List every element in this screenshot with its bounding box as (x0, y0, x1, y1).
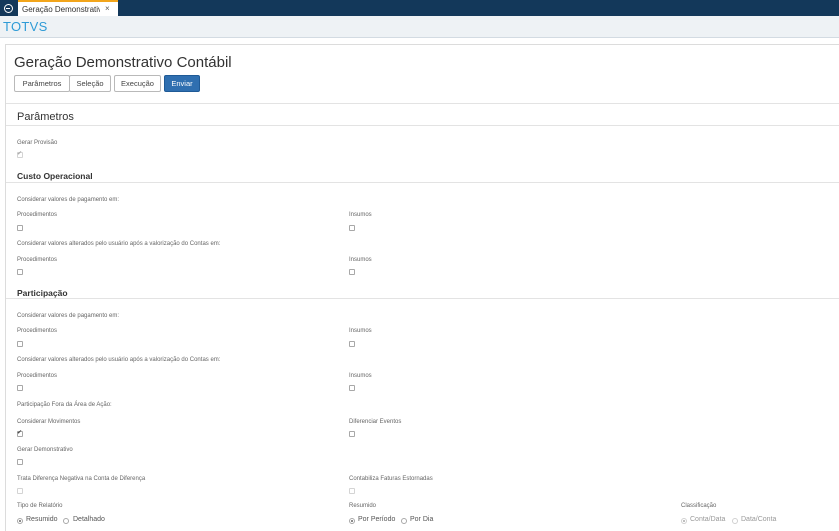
divider (6, 298, 839, 299)
participacao-alterados-label: Considerar valores alterados pelo usuári… (17, 357, 221, 363)
tab-label: Geração Demonstrativo (22, 4, 100, 14)
tipo-detalhado-radio[interactable] (63, 518, 69, 524)
page-title: Geração Demonstrativo Contábil (14, 54, 232, 71)
home-icon (4, 3, 13, 13)
gerar-provisao-checkbox[interactable] (17, 150, 23, 158)
section-title-participacao: Participação (17, 288, 68, 298)
main-panel: Geração Demonstrativo Contábil Parâmetro… (5, 44, 839, 531)
participacao-procedimentos-alterados-checkbox[interactable] (17, 385, 23, 391)
tab-geracao-demonstrativo[interactable]: Geração Demonstrativo × (18, 0, 118, 16)
custo-pagamento-label: Considerar valores de pagamento em: (17, 197, 120, 203)
resumido-label: Resumido (349, 503, 377, 509)
tipo-resumido-radio[interactable] (17, 518, 23, 524)
execucao-button[interactable]: Execução (114, 75, 161, 92)
participacao-insumos-alterados-label: Insumos (349, 373, 372, 379)
considerar-movimentos-label: Considerar Movimentos (17, 419, 81, 425)
diferenciar-eventos-label: Diferenciar Eventos (349, 419, 402, 425)
enviar-button[interactable]: Enviar (164, 75, 200, 92)
tipo-resumido-label: Resumido (26, 516, 58, 523)
considerar-movimentos-checkbox[interactable] (17, 429, 23, 437)
tipo-detalhado-label: Detalhado (73, 516, 105, 523)
divider (6, 103, 839, 104)
fora-area-label: Participação Fora da Área de Ação: (17, 402, 112, 408)
section-title-custo-operacional: Custo Operacional (17, 171, 93, 181)
trata-diferenca-label: Trata Diferença Negativa na Conta de Dif… (17, 476, 146, 482)
contabiliza-faturas-label: Contabiliza Faturas Estornadas (349, 476, 433, 482)
close-icon[interactable]: × (105, 5, 110, 13)
custo-procedimentos-label: Procedimentos (17, 212, 58, 218)
resumido-por-periodo-radio[interactable] (349, 518, 355, 524)
diferenciar-eventos-checkbox[interactable] (349, 431, 355, 437)
classificacao-conta-data-label: Conta/Data (690, 516, 726, 523)
custo-alterados-label: Considerar valores alterados pelo usuári… (17, 241, 221, 247)
participacao-insumos-label: Insumos (349, 328, 372, 334)
classificacao-data-conta-label: Data/Conta (741, 516, 777, 523)
participacao-procedimentos-checkbox[interactable] (17, 341, 23, 347)
classificacao-label: Classificação (681, 503, 717, 509)
home-button[interactable] (0, 0, 17, 16)
custo-procedimentos-alterados-label: Procedimentos (17, 257, 58, 263)
gerar-provisao-label: Gerar Provisão (17, 140, 58, 146)
selecao-button[interactable]: Seleção (69, 75, 111, 92)
top-navigation-bar: Geração Demonstrativo × (0, 0, 839, 16)
custo-insumos-alterados-label: Insumos (349, 257, 372, 263)
divider (6, 182, 839, 183)
resumido-por-dia-label: Por Dia (410, 516, 434, 523)
participacao-procedimentos-alterados-label: Procedimentos (17, 373, 58, 379)
trata-diferenca-checkbox[interactable] (17, 488, 23, 494)
participacao-procedimentos-label: Procedimentos (17, 328, 58, 334)
gerar-demonstrativo-label: Gerar Demonstrativo (17, 447, 73, 453)
participacao-pagamento-label: Considerar valores de pagamento em: (17, 313, 120, 319)
classificacao-conta-data-radio[interactable] (681, 518, 687, 524)
resumido-por-periodo-label: Por Período (358, 516, 396, 523)
brand-bar: TOTVS (0, 16, 839, 38)
gerar-demonstrativo-checkbox[interactable] (17, 459, 23, 465)
classificacao-data-conta-radio[interactable] (732, 518, 738, 524)
brand-logo: TOTVS (3, 19, 48, 34)
divider (6, 125, 839, 126)
contabiliza-faturas-checkbox[interactable] (349, 488, 355, 494)
custo-insumos-alterados-checkbox[interactable] (349, 269, 355, 275)
section-title-parametros: Parâmetros (17, 111, 74, 123)
custo-procedimentos-checkbox[interactable] (17, 225, 23, 231)
resumido-por-dia-radio[interactable] (401, 518, 407, 524)
custo-insumos-label: Insumos (349, 212, 372, 218)
tipo-relatorio-label: Tipo de Relatório (17, 503, 63, 509)
participacao-insumos-alterados-checkbox[interactable] (349, 385, 355, 391)
custo-procedimentos-alterados-checkbox[interactable] (17, 269, 23, 275)
participacao-insumos-checkbox[interactable] (349, 341, 355, 347)
custo-insumos-checkbox[interactable] (349, 225, 355, 231)
parametros-button[interactable]: Parâmetros (14, 75, 70, 92)
